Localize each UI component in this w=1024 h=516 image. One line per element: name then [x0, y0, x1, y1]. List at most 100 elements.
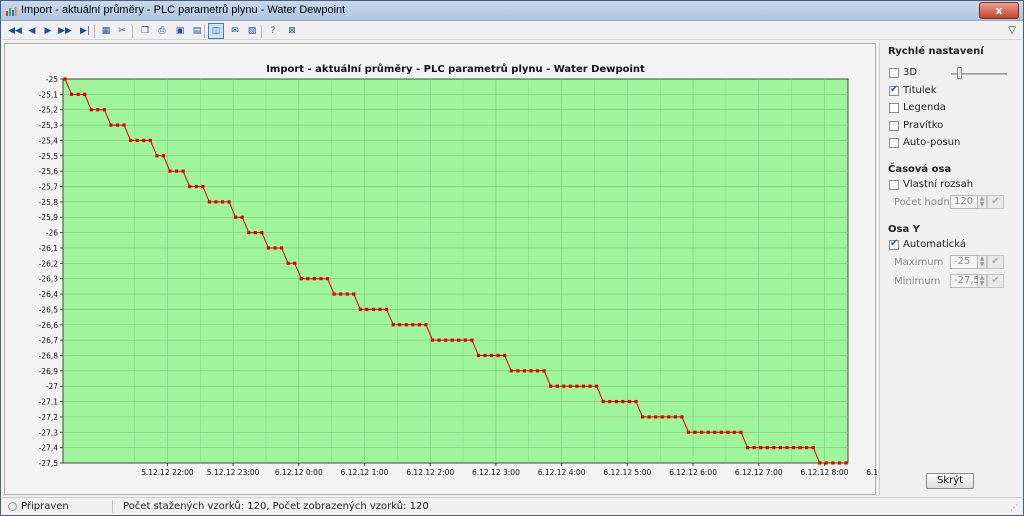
- y-tick-label: -25,5: [39, 152, 59, 161]
- data-point: [627, 399, 632, 404]
- y-tick-label: -27: [46, 382, 58, 391]
- checkbox-custom-range[interactable]: [889, 180, 899, 190]
- data-point: [122, 123, 126, 127]
- data-point: [207, 200, 211, 204]
- data-point: [837, 461, 842, 465]
- x-tick-label: 6.12.12 5:00: [603, 468, 651, 477]
- checkbox-autoscroll[interactable]: [889, 138, 899, 148]
- data-point: [319, 277, 323, 281]
- close-button[interactable]: x: [979, 2, 1019, 19]
- checkbox-auto-y[interactable]: [889, 238, 899, 250]
- help-icon[interactable]: ?: [265, 23, 281, 39]
- data-point: [411, 323, 415, 327]
- y-tick-label: -27,4: [39, 444, 59, 453]
- checkbox-title[interactable]: [889, 84, 899, 96]
- prev-icon[interactable]: ◀: [24, 23, 40, 39]
- toolbar-menu-icon[interactable]: ▽: [1008, 25, 1016, 36]
- data-point: [562, 384, 566, 388]
- data-point: [253, 231, 257, 235]
- chart-settings-icon[interactable]: ▧: [244, 23, 260, 39]
- chart-panel: Import - aktuální průměry - PLC parametr…: [4, 43, 877, 495]
- status-divider: [112, 500, 113, 513]
- data-point: [634, 399, 638, 404]
- data-point: [647, 415, 651, 419]
- data-point: [181, 169, 185, 173]
- last-icon[interactable]: ▶|: [77, 23, 93, 39]
- maximum-apply-button[interactable]: ✔: [987, 255, 1004, 269]
- data-point: [805, 446, 809, 450]
- x-tick-label: 6.12.12 1:00: [341, 468, 389, 477]
- label-auto-y: Automatická: [903, 239, 967, 250]
- minimum-apply-button[interactable]: ✔: [987, 274, 1004, 288]
- y-tick-label: -26,3: [39, 275, 59, 284]
- checkbox-legend[interactable]: [889, 103, 899, 113]
- data-point: [69, 92, 74, 96]
- data-point: [581, 384, 586, 388]
- x-tick-label: 5.12.12 23:00: [207, 468, 260, 477]
- y-tick-label: -25: [46, 75, 58, 84]
- y-tick-label: -26,6: [39, 321, 59, 330]
- first-icon[interactable]: ◀◀: [7, 23, 23, 39]
- data-point: [293, 261, 297, 265]
- app-chart-icon: [6, 7, 17, 16]
- data-point: [450, 338, 454, 342]
- maximum-stepper[interactable]: ▲ ▼: [978, 255, 987, 269]
- checkbox-ruler[interactable]: [889, 121, 899, 131]
- minimum-input[interactable]: -27,5: [950, 274, 980, 288]
- tools-icon[interactable]: ✂: [114, 23, 130, 39]
- data-point: [811, 446, 815, 450]
- y-tick-label: -26,1: [39, 244, 59, 253]
- fast-forward-icon[interactable]: ▶▶: [57, 23, 73, 39]
- data-point: [194, 184, 198, 189]
- hide-button[interactable]: Skrýt: [926, 473, 974, 489]
- data-point: [463, 338, 467, 342]
- exit-icon[interactable]: ⊠: [284, 23, 300, 39]
- label-legend: Legenda: [903, 102, 946, 113]
- toolbar-separator: [204, 25, 205, 38]
- data-point: [220, 200, 225, 204]
- data-point: [142, 138, 146, 143]
- maximum-input[interactable]: -25: [950, 255, 978, 269]
- calendar-icon[interactable]: ▦: [98, 23, 114, 39]
- data-point: [129, 138, 133, 143]
- minimum-stepper[interactable]: ▲ ▼: [978, 274, 987, 288]
- x-tick-label: 6.12.12 0:00: [275, 468, 323, 477]
- x-tick-label: 6.12.12 4:00: [538, 468, 586, 477]
- count-stepper[interactable]: ▲ ▼: [978, 195, 987, 209]
- data-point: [608, 399, 612, 404]
- data-point: [148, 138, 152, 143]
- depth-slider-handle[interactable]: [957, 67, 962, 79]
- copy-icon[interactable]: ❐: [137, 23, 153, 39]
- data-point: [168, 169, 172, 173]
- y-tick-label: -27,2: [39, 413, 59, 422]
- export-icon[interactable]: ✉: [227, 23, 243, 39]
- page-icon[interactable]: ▤: [189, 23, 205, 39]
- data-point: [522, 369, 527, 373]
- data-point: [234, 215, 238, 219]
- layout-icon[interactable]: ◫: [208, 23, 224, 39]
- data-point: [575, 384, 579, 388]
- resize-grip-icon[interactable]: ⋰: [1010, 503, 1020, 513]
- data-point: [398, 323, 402, 327]
- y-tick-label: -25,1: [39, 90, 59, 99]
- data-point: [549, 384, 553, 388]
- x-tick-label: 6.12.12 9:00: [866, 468, 877, 477]
- title-bar: Import - aktuální průměry - PLC parametr…: [1, 1, 1023, 21]
- quick-settings-panel: Rychlé nastavení 3D Titulek Legenda Prav…: [879, 43, 1023, 495]
- data-point: [83, 92, 87, 96]
- app-window: Import - aktuální průměry - PLC parametr…: [0, 0, 1024, 516]
- count-input[interactable]: 120: [950, 195, 978, 209]
- count-apply-button[interactable]: ✔: [987, 195, 1004, 209]
- data-point: [444, 338, 448, 342]
- data-point: [680, 415, 684, 419]
- print-icon[interactable]: ⎙: [154, 23, 170, 39]
- data-point: [601, 399, 605, 404]
- data-point: [509, 369, 513, 373]
- next-icon[interactable]: ▶: [40, 23, 56, 39]
- save-icon[interactable]: ▣: [172, 23, 188, 39]
- checkbox-3d[interactable]: [889, 68, 899, 78]
- y-tick-label: -26,2: [39, 259, 59, 268]
- data-point: [339, 292, 343, 296]
- data-point: [673, 415, 677, 419]
- data-point: [424, 323, 428, 327]
